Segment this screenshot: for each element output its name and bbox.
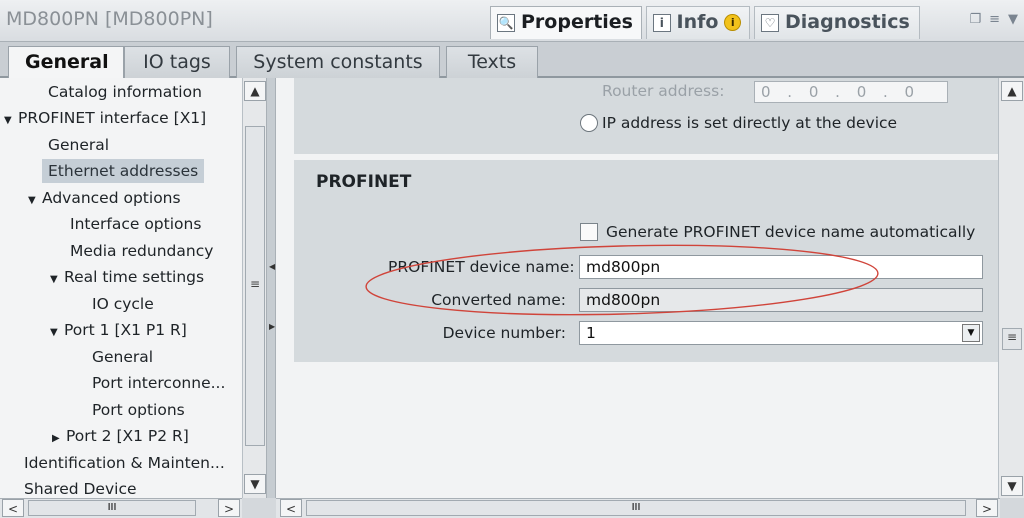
inspector-titlebar: MD800PN [MD800PN] 🔍 Properties i Info i …	[0, 0, 1024, 42]
expand-arrow-icon[interactable]: ▼	[28, 189, 42, 213]
tree-item-port-2[interactable]: ▶ Port 2 [X1 P2 R]	[52, 424, 189, 448]
tree-item-port-1-general[interactable]: General	[92, 345, 153, 369]
splitter-left-icon[interactable]: ◀	[269, 262, 275, 271]
tree-item-real-time-settings[interactable]: ▼ Real time settings	[50, 265, 204, 289]
tree-item-label: General	[92, 348, 154, 366]
tree-horizontal-scrollbar[interactable]: < III >	[0, 498, 242, 518]
info-badge-icon: i	[724, 14, 741, 31]
section-tabs: General IO tags System constants Texts	[0, 42, 1024, 80]
window-controls: ❐ ≡ ▼	[969, 12, 1018, 27]
panel-splitter[interactable]: ◀ ▶	[266, 78, 276, 498]
scroll-up-icon[interactable]: ▲	[244, 81, 266, 101]
tab-diagnostics[interactable]: ♡ Diagnostics	[754, 6, 920, 39]
grip-icon: ≡	[1007, 330, 1018, 344]
tree-item-catalog-information[interactable]: Catalog information	[48, 80, 202, 104]
tree-item-label: Port 2 [X1 P2 R]	[66, 427, 189, 445]
collapsed-arrow-icon[interactable]: ▶	[52, 427, 66, 451]
annotation-ellipse	[365, 244, 879, 316]
tree-item-port-options[interactable]: Port options	[92, 398, 185, 422]
diagnostics-icon: ♡	[761, 14, 779, 32]
tab-properties[interactable]: 🔍 Properties	[490, 6, 642, 39]
tab-info-label: Info	[676, 11, 719, 33]
tree-item-ethernet-addresses[interactable]: Ethernet addresses	[42, 159, 205, 183]
tree-item-label: Ethernet addresses	[48, 162, 199, 180]
tree-item-label: IO cycle	[92, 295, 154, 313]
collapse-icon[interactable]: ▼	[1008, 12, 1018, 27]
scroll-left-icon[interactable]: <	[280, 499, 302, 517]
scroll-down-icon[interactable]: ▼	[244, 474, 266, 494]
tree-item-label: Catalog information	[48, 83, 202, 101]
tab-texts[interactable]: Texts	[446, 46, 538, 78]
expand-arrow-icon[interactable]: ▼	[50, 321, 64, 345]
tree-item-label: Port interconne...	[92, 374, 226, 392]
tab-general[interactable]: General	[8, 46, 124, 80]
router-address-label: Router address:	[602, 82, 725, 100]
content-vertical-scrollbar[interactable]: ▲ ≡ ▼	[998, 78, 1024, 498]
grip-icon: ≡	[250, 277, 261, 291]
tree-vertical-scrollbar[interactable]: ▲ ≡ ▼	[242, 78, 266, 498]
tree-item-label: Shared Device	[24, 480, 137, 498]
tree-item-interface-options[interactable]: Interface options	[70, 212, 201, 236]
tree-item-io-cycle[interactable]: IO cycle	[92, 292, 154, 316]
tree-item-label: PROFINET interface [X1]	[18, 109, 207, 127]
ip-direct-radio[interactable]	[580, 114, 598, 132]
tree-item-advanced-options[interactable]: ▼ Advanced options	[28, 186, 181, 210]
tree-item-label: Advanced options	[42, 189, 181, 207]
restore-icon[interactable]: ❐	[969, 12, 981, 27]
content-hscroll-thumb[interactable]: III	[306, 500, 966, 516]
tree-item-general[interactable]: General	[48, 133, 109, 157]
tree-item-port-interconnection[interactable]: Port interconne...	[92, 371, 225, 395]
expand-arrow-icon[interactable]: ▼	[50, 268, 64, 292]
tree-item-identification-maintenance[interactable]: Identification & Mainten...	[24, 451, 225, 475]
tree-scroll-thumb[interactable]: ≡	[245, 126, 265, 446]
scroll-left-icon[interactable]: <	[2, 499, 24, 517]
scroll-up-icon[interactable]: ▲	[1001, 81, 1023, 101]
info-tab-icon: i	[653, 14, 671, 32]
device-number-value: 1	[586, 324, 596, 342]
navigation-tree: Catalog information ▼ PROFINET interface …	[0, 78, 242, 498]
properties-content: Router address: 0 . 0 . 0 . 0 IP address…	[276, 78, 998, 498]
content-horizontal-scrollbar[interactable]: < III >	[276, 498, 1000, 518]
expand-arrow-icon[interactable]: ▼	[4, 109, 18, 133]
scroll-right-icon[interactable]: >	[976, 499, 998, 517]
device-number-label: Device number:	[442, 324, 566, 342]
content-scroll-thumb[interactable]: ≡	[1002, 328, 1022, 350]
properties-icon: 🔍	[497, 14, 515, 32]
tree-item-profinet-interface[interactable]: ▼ PROFINET interface [X1]	[4, 106, 206, 130]
tree-hscroll-thumb[interactable]: III	[28, 500, 196, 516]
splitter-right-icon[interactable]: ▶	[269, 322, 275, 331]
scroll-down-icon[interactable]: ▼	[1001, 476, 1023, 496]
tab-diagnostics-label: Diagnostics	[785, 11, 910, 33]
tab-properties-label: Properties	[521, 11, 633, 33]
tree-item-label: Media redundancy	[70, 242, 214, 260]
tree-item-port-1[interactable]: ▼ Port 1 [X1 P1 R]	[50, 318, 187, 342]
window-title: MD800PN [MD800PN]	[6, 8, 213, 30]
tab-info[interactable]: i Info i	[646, 6, 750, 39]
menu-icon[interactable]: ≡	[989, 12, 1000, 27]
tab-io-tags[interactable]: IO tags	[124, 46, 230, 78]
profinet-heading: PROFINET	[316, 172, 412, 192]
tree-item-label: General	[48, 136, 110, 154]
scroll-right-icon[interactable]: >	[218, 499, 240, 517]
tree-item-label: Interface options	[70, 215, 202, 233]
tab-system-constants[interactable]: System constants	[236, 46, 440, 78]
tree-item-shared-device[interactable]: Shared Device	[24, 477, 137, 498]
ip-section: Router address: 0 . 0 . 0 . 0 IP address…	[294, 78, 998, 154]
router-address-field: 0 . 0 . 0 . 0	[754, 81, 948, 103]
ip-direct-label: IP address is set directly at the device	[602, 114, 898, 132]
tree-item-label: Port 1 [X1 P1 R]	[64, 321, 187, 339]
tree-item-label: Identification & Mainten...	[24, 454, 225, 472]
tree-item-media-redundancy[interactable]: Media redundancy	[70, 239, 213, 263]
tree-item-label: Real time settings	[64, 268, 205, 286]
profinet-section: PROFINET Generate PROFINET device name a…	[294, 160, 998, 362]
chevron-down-icon[interactable]: ▼	[962, 324, 980, 342]
tree-item-label: Port options	[92, 401, 185, 419]
